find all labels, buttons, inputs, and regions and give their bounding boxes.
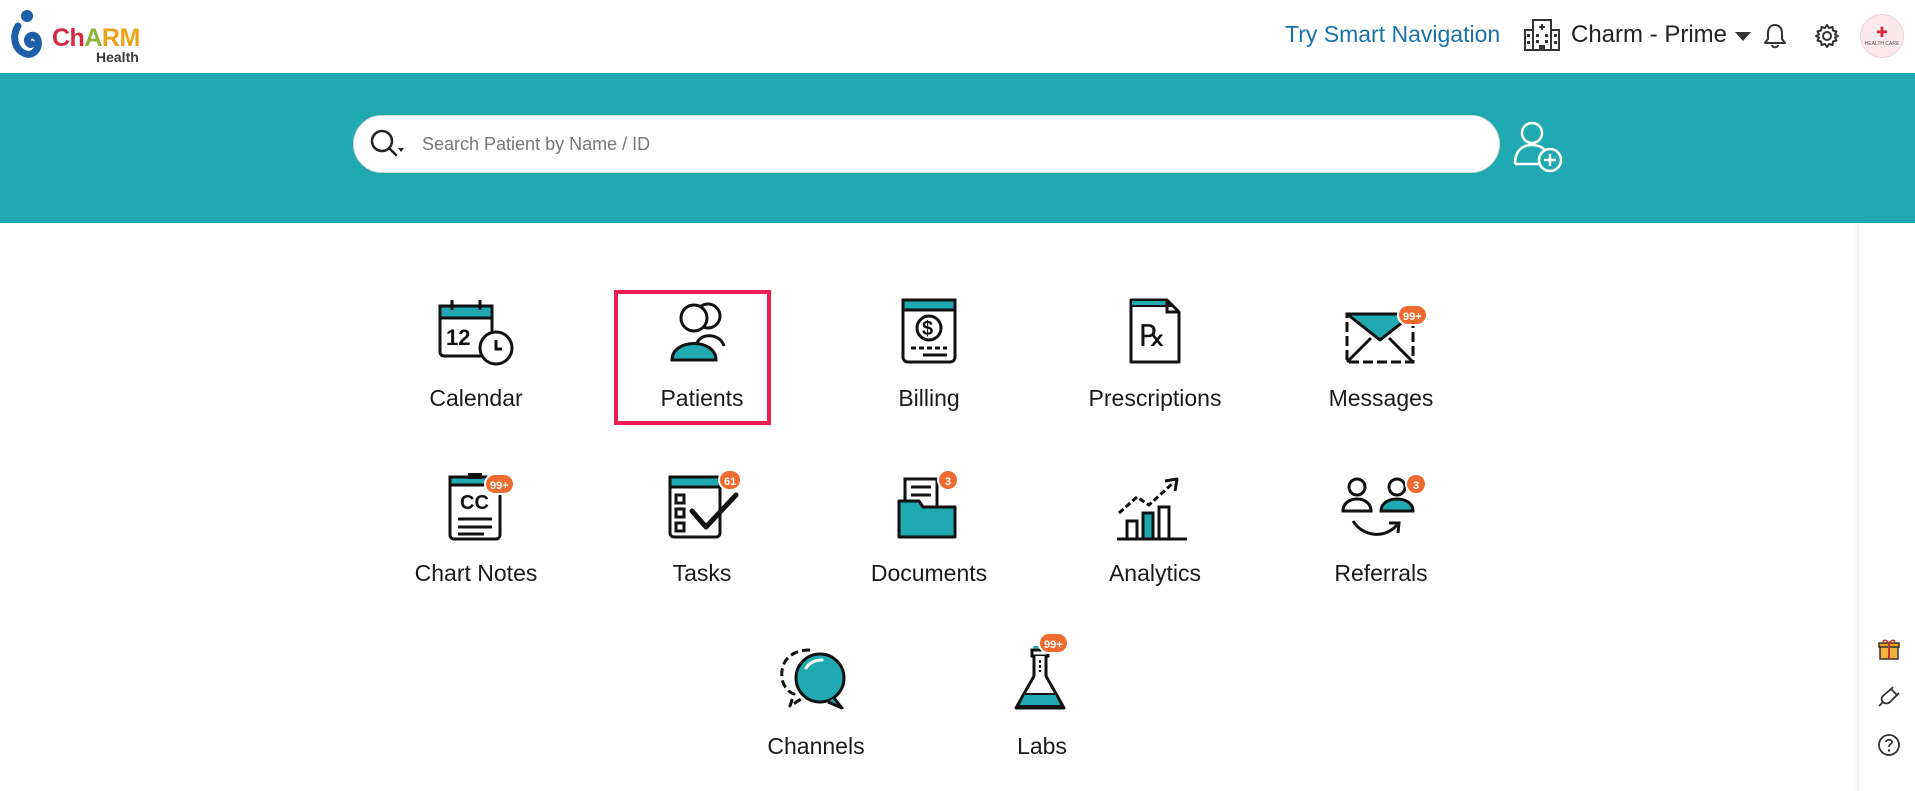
chart-notes-text: CC [460, 492, 489, 514]
documents-badge: 3 [937, 469, 959, 491]
module-label: Analytics [1108, 560, 1202, 586]
bell-icon[interactable] [1762, 22, 1788, 50]
module-label: Tasks [672, 560, 732, 586]
avatar-text: HEALTH CARE [1864, 41, 1900, 47]
module-label: Documents [870, 560, 988, 586]
module-label: Chart Notes [414, 560, 538, 586]
module-label: Billing [898, 385, 960, 411]
module-documents[interactable]: 3 Documents [849, 469, 1009, 613]
org-name: Charm - Prime [1571, 21, 1728, 48]
patient-search-bar[interactable] [353, 115, 1500, 173]
prescriptions-icon: ℞ [1129, 298, 1181, 364]
org-switcher[interactable]: Charm - Prime [1523, 16, 1752, 54]
module-label: Labs [1017, 733, 1067, 759]
labs-icon [1014, 646, 1066, 710]
module-analytics[interactable]: Analytics [1075, 473, 1235, 613]
rx-symbol: ℞ [1139, 319, 1166, 354]
module-chart-notes[interactable]: CC 99+ Chart Notes [396, 473, 556, 613]
search-input[interactable] [422, 133, 1472, 155]
try-smart-navigation-link[interactable]: Try Smart Navigation [1285, 21, 1500, 48]
search-dropdown-toggle[interactable] [368, 126, 408, 162]
module-label: Prescriptions [1088, 385, 1222, 411]
avatar-cross-icon: ✚ [1876, 24, 1888, 40]
module-channels[interactable]: Channels [736, 646, 896, 786]
module-messages[interactable]: 99+ Messages [1301, 298, 1461, 438]
search-icon [370, 129, 404, 157]
messages-badge: 99+ [1397, 304, 1428, 326]
billing-icon: $ [901, 298, 957, 364]
tasks-badge: 61 [718, 469, 743, 491]
plug-icon[interactable] [1877, 685, 1901, 709]
right-utility-rail [1858, 223, 1915, 791]
calendar-icon: 12 [438, 300, 514, 366]
user-avatar[interactable]: ✚ HEALTH CARE [1860, 14, 1904, 58]
chart-notes-badge: 99+ [484, 473, 515, 495]
hospital-building-icon [1524, 19, 1560, 51]
logo-mark-icon [11, 10, 42, 58]
module-label: Patients [660, 385, 744, 411]
labs-badge: 99+ [1038, 632, 1069, 654]
calendar-day: 12 [446, 325, 470, 350]
analytics-icon [1117, 477, 1187, 541]
module-prescriptions[interactable]: ℞ Prescriptions [1075, 298, 1235, 438]
module-label: Referrals [1334, 560, 1428, 586]
referrals-badge: 3 [1405, 473, 1427, 495]
charm-logo[interactable]: ChARM Health [10, 8, 150, 64]
help-icon[interactable] [1877, 733, 1901, 757]
top-bar: ChARM Health Try Smart Navigation Charm … [0, 0, 1915, 73]
module-label: Calendar [429, 385, 523, 411]
patients-icon [670, 302, 726, 362]
module-calendar[interactable]: 12 Calendar [396, 298, 556, 438]
gift-icon[interactable] [1877, 637, 1901, 661]
logo-subtext: Health [96, 49, 139, 65]
logo-text: ChARM [52, 24, 140, 52]
module-billing[interactable]: $ Billing [849, 298, 1009, 438]
module-label: Channels [767, 733, 865, 759]
module-labs[interactable]: 99+ Labs [962, 632, 1122, 786]
module-tasks[interactable]: 61 Tasks [622, 469, 782, 613]
billing-symbol: $ [922, 318, 933, 340]
module-patients[interactable]: Patients [622, 298, 782, 438]
module-referrals[interactable]: 3 Referrals [1301, 473, 1461, 613]
channels-icon [780, 648, 846, 710]
chevron-down-icon [1735, 32, 1752, 41]
gear-icon[interactable] [1813, 22, 1841, 50]
module-label: Messages [1328, 385, 1434, 411]
add-patient-icon[interactable] [1512, 118, 1564, 174]
